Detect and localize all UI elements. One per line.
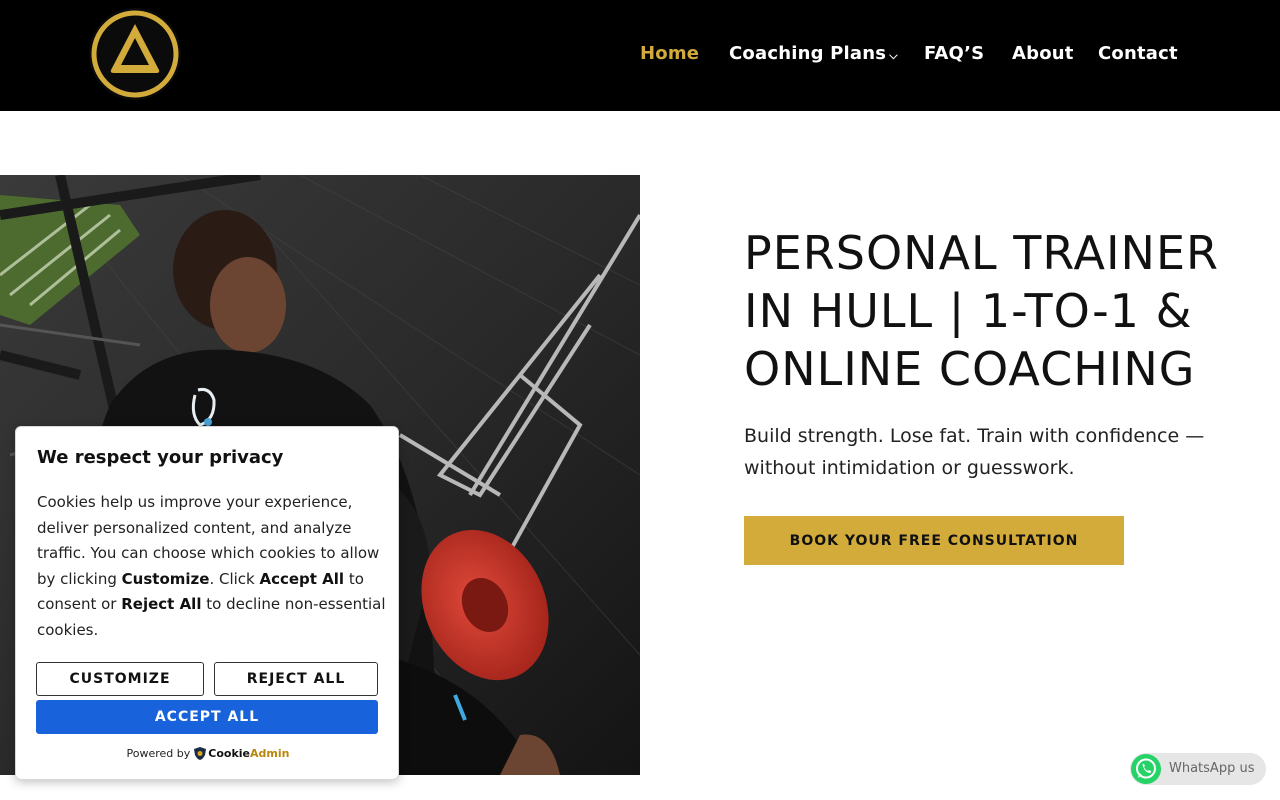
whatsapp-icon (1131, 754, 1161, 784)
nav-coaching-plans-label: Coaching Plans (729, 43, 887, 64)
cookieadmin-link[interactable]: Cookie Admin (194, 747, 289, 760)
site-logo[interactable] (88, 7, 182, 101)
cookieadmin-shield-icon (194, 747, 207, 760)
cookie-banner: We respect your privacy Cookies help us … (15, 426, 399, 780)
accept-all-button[interactable]: ACCEPT ALL (36, 700, 378, 734)
cookie-banner-body: Cookies help us improve your experience,… (37, 490, 387, 644)
nav-coaching-plans[interactable]: Coaching Plans ⌵ (729, 43, 898, 64)
cookie-banner-title: We respect your privacy (37, 447, 284, 468)
nav-home[interactable]: Home (640, 43, 699, 64)
customize-button[interactable]: CUSTOMIZE (36, 662, 204, 696)
cookieadmin-brand-2: Admin (250, 747, 290, 760)
cookie-body-reject: Reject All (121, 595, 202, 614)
cookie-body-accept: Accept All (259, 569, 345, 588)
powered-by: Powered by Cookie Admin (16, 747, 400, 760)
cookieadmin-brand-1: Cookie (208, 747, 251, 760)
whatsapp-label: WhatsApp us (1169, 761, 1255, 776)
site-header: Home Coaching Plans ⌵ FAQ’S About Contac… (0, 0, 1280, 111)
whatsapp-button[interactable]: WhatsApp us (1130, 753, 1266, 785)
hero-subtitle: Build strength. Lose fat. Train with con… (744, 425, 1205, 479)
cookie-body-text-2: . Click (209, 569, 260, 588)
nav-faqs[interactable]: FAQ’S (924, 43, 984, 64)
hero-title: PERSONAL TRAINER IN HULL | 1-TO-1 & ONLI… (744, 226, 1219, 396)
powered-by-label: Powered by (126, 747, 191, 760)
book-consultation-button[interactable]: BOOK YOUR FREE CONSULTATION (744, 516, 1124, 565)
logo-triangle-icon (89, 8, 181, 100)
chevron-down-icon: ⌵ (889, 48, 898, 62)
nav-contact[interactable]: Contact (1098, 43, 1178, 64)
cookie-body-customize: Customize (121, 569, 210, 588)
reject-all-button[interactable]: REJECT ALL (214, 662, 378, 696)
nav-about[interactable]: About (1012, 43, 1074, 64)
